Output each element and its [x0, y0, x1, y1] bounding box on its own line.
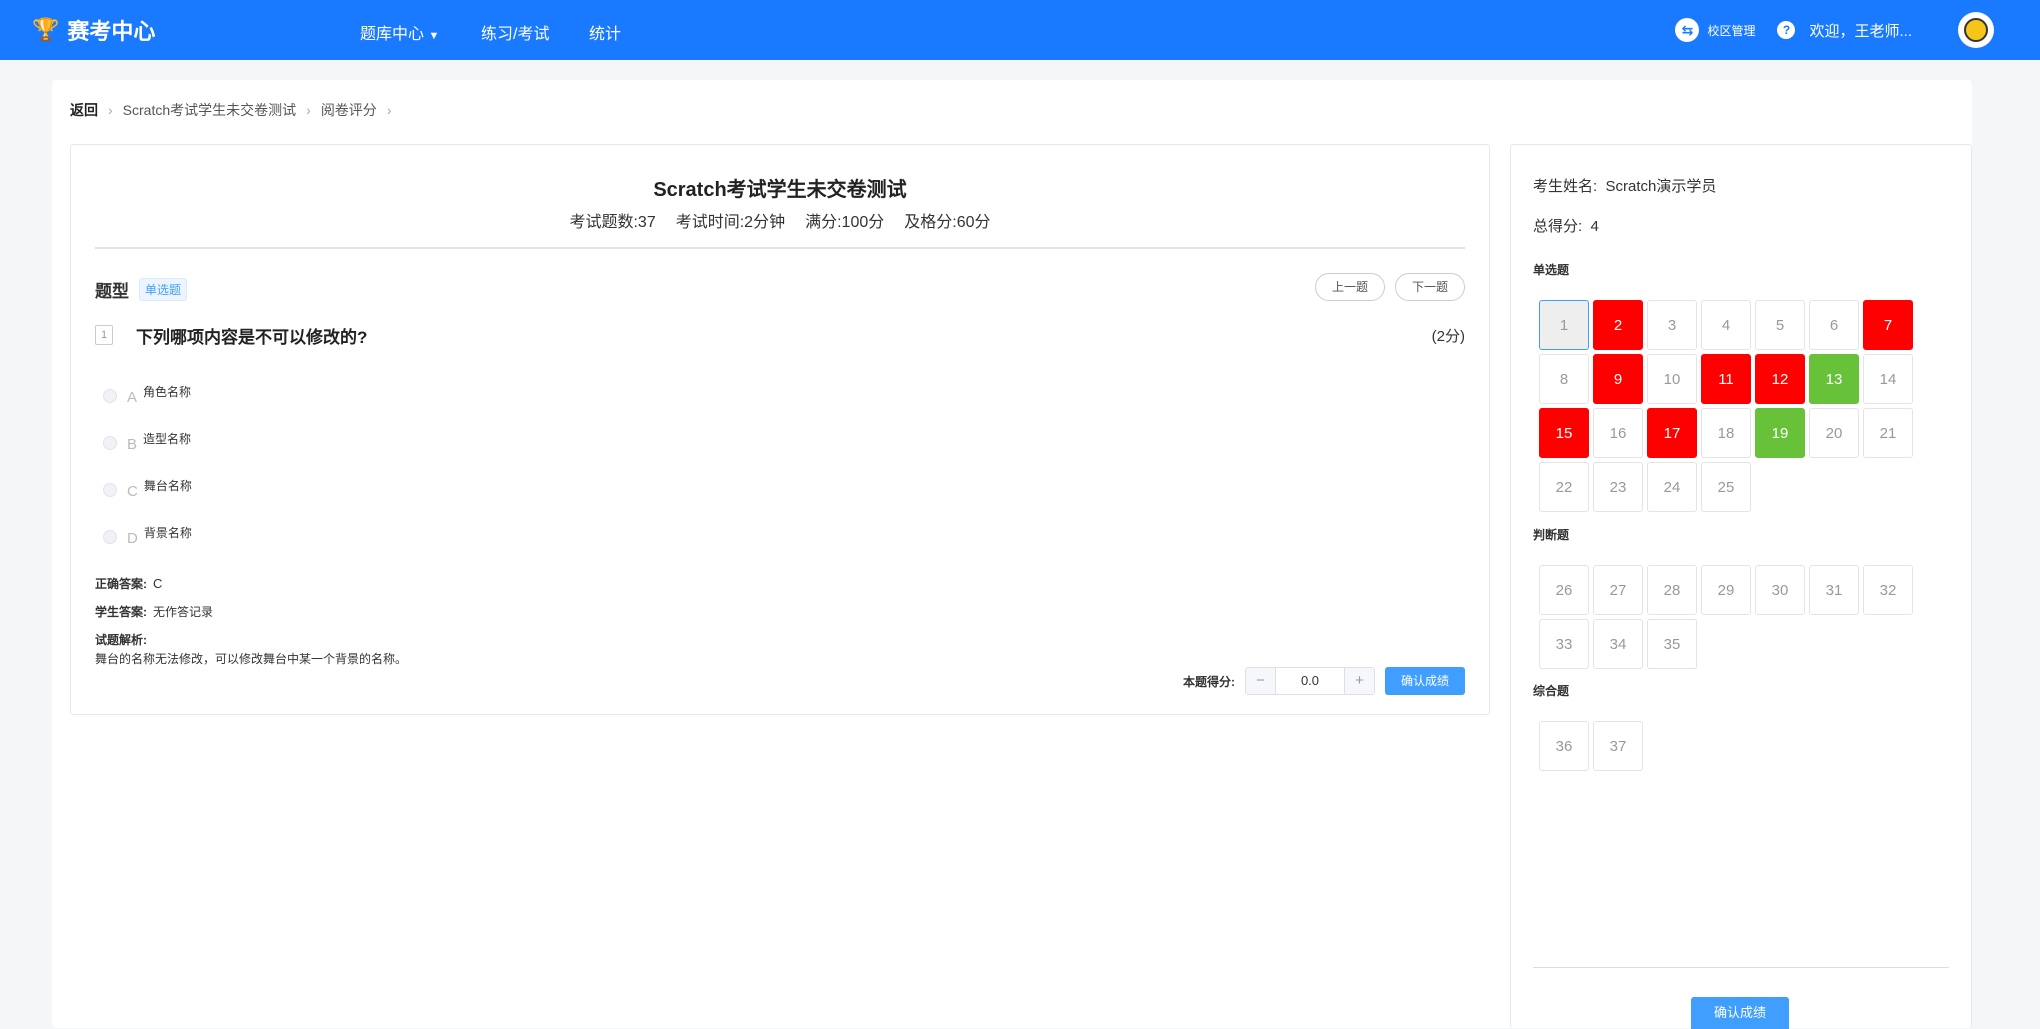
question-cell-16[interactable]: 16: [1593, 408, 1643, 458]
question-cell-30[interactable]: 30: [1755, 565, 1805, 615]
option-b[interactable]: B 造型名称: [103, 432, 191, 453]
question-cell-2[interactable]: 2: [1593, 300, 1643, 350]
score-stepper[interactable]: −0.0 +: [1244, 667, 1375, 695]
option-c[interactable]: C 舞台名称: [103, 479, 192, 500]
question-cell-20[interactable]: 20: [1809, 408, 1859, 458]
question-cell-32[interactable]: 32: [1863, 565, 1913, 615]
exam-title: Scratch考试学生未交卷测试: [653, 179, 907, 201]
score-row: 本题得分: −0.0 + 确认成绩: [1183, 667, 1465, 695]
question-cell-25[interactable]: 25: [1701, 462, 1751, 512]
divider: [95, 247, 1465, 249]
score-input[interactable]: 0.0: [1274, 668, 1345, 694]
top-header: 🏆 赛考中心 题库中心 ▼ 练习/考试 统计 ⇆ 校区管理 ? 欢迎，王老师...: [0, 0, 2040, 60]
help-icon[interactable]: ?: [1777, 21, 1796, 39]
question-text: 下列哪项内容是不可以修改的?: [136, 328, 368, 347]
question-cell-31[interactable]: 31: [1809, 565, 1859, 615]
question-cell-8[interactable]: 8: [1539, 354, 1589, 404]
question-panel: Scratch考试学生未交卷测试 考试题数:37 考试时间:2分钟 满分:100分及…: [70, 144, 1490, 715]
question-cell-26[interactable]: 26: [1539, 565, 1589, 615]
trophy-icon: 🏆: [32, 17, 60, 42]
question-cell-12[interactable]: 12: [1755, 354, 1805, 404]
caret-down-icon: ▼: [428, 30, 440, 42]
question-number: 1: [95, 325, 113, 345]
chevron-right-icon: ›: [386, 102, 392, 118]
section-title: 单选题: [1533, 263, 1570, 277]
nav-stats[interactable]: 统计: [589, 20, 621, 44]
question-cell-35[interactable]: 35: [1647, 619, 1697, 669]
question-cell-19[interactable]: 19: [1755, 408, 1805, 458]
avatar-face-icon: [1964, 18, 1988, 42]
question-cell-29[interactable]: 29: [1701, 565, 1751, 615]
avatar[interactable]: [1958, 12, 1994, 48]
section-title: 综合题: [1533, 684, 1570, 698]
section-title: 判断题: [1533, 528, 1570, 542]
radio[interactable]: [103, 529, 117, 544]
analysis: 试题解析: 舞台的名称无法修改，可以修改舞台中某一个背景的名称。: [95, 633, 408, 666]
nav-question-bank[interactable]: 题库中心 ▼: [360, 20, 439, 44]
logo[interactable]: 🏆 赛考中心: [32, 14, 155, 46]
question-cell-14[interactable]: 14: [1863, 354, 1913, 404]
answer-sheet-panel: 考生姓名: Scratch演示学员 总得分: 4 单选题 1 2 3 4 5 6 7 8 9 10…: [1510, 144, 1972, 1029]
question-cell-9[interactable]: 9: [1593, 354, 1643, 404]
question-grid: 1 2 3 4 5 6 7 8 9 10 11 12 13 14 15 16 17 18 19 20 21 22 23 24 2…: [1539, 300, 1913, 512]
radio[interactable]: [103, 388, 117, 403]
option-d[interactable]: D 背景名称: [103, 526, 192, 547]
question-cell-24[interactable]: 24: [1647, 462, 1697, 512]
question-cell-7[interactable]: 7: [1863, 300, 1913, 350]
prev-question-button[interactable]: 上一题: [1314, 273, 1385, 301]
option-a[interactable]: A 角色名称: [103, 385, 191, 406]
question-points: (2分): [1431, 328, 1465, 345]
radio[interactable]: [103, 482, 117, 497]
question-cell-33[interactable]: 33: [1539, 619, 1589, 669]
confirm-score-button[interactable]: 确认成绩: [1384, 667, 1465, 695]
question-type: 题型 单选题: [95, 277, 188, 302]
header-right: ⇆ 校区管理 ? 欢迎，王老师...: [1675, 0, 2040, 60]
question-cell-5[interactable]: 5: [1755, 300, 1805, 350]
campus-management-link[interactable]: 校区管理: [1707, 22, 1755, 39]
question-cell-10[interactable]: 10: [1647, 354, 1697, 404]
welcome-user[interactable]: 欢迎，王老师...: [1809, 20, 1912, 41]
question-cell-34[interactable]: 34: [1593, 619, 1643, 669]
question-cell-17[interactable]: 17: [1647, 408, 1697, 458]
question-grid: 36 37: [1539, 721, 1913, 771]
question-cell-3[interactable]: 3: [1647, 300, 1697, 350]
confirm-all-scores-button[interactable]: 确认成绩: [1691, 997, 1789, 1029]
question-cell-13[interactable]: 13: [1809, 354, 1859, 404]
breadcrumb: 返回 › Scratch考试学生未交卷测试 › 阅卷评分 ›: [70, 100, 391, 120]
radio[interactable]: [103, 435, 117, 450]
question-cell-21[interactable]: 21: [1863, 408, 1913, 458]
breadcrumb-exam[interactable]: Scratch考试学生未交卷测试: [123, 100, 296, 120]
plus-icon[interactable]: +: [1344, 668, 1374, 694]
question-cell-37[interactable]: 37: [1593, 721, 1643, 771]
student-answer: 学生答案: 无作答记录: [95, 605, 214, 619]
chevron-right-icon: ›: [306, 102, 311, 118]
nav-practice-exam[interactable]: 练习/考试: [481, 20, 549, 44]
breadcrumb-grading: 阅卷评分: [320, 102, 377, 118]
exam-meta: 考试题数:37 考试时间:2分钟 满分:100分 及格分:60分: [569, 214, 991, 231]
question-cell-18[interactable]: 18: [1701, 408, 1751, 458]
question-cell-4[interactable]: 4: [1701, 300, 1751, 350]
total-score: 总得分: 4: [1533, 218, 1599, 235]
question-cell-15[interactable]: 15: [1539, 408, 1589, 458]
correct-answer: 正确答案: C: [95, 576, 163, 591]
switch-icon[interactable]: ⇆: [1675, 18, 1700, 42]
breadcrumb-back[interactable]: 返回: [70, 100, 98, 120]
type-badge: 单选题: [139, 278, 188, 301]
minus-icon[interactable]: −: [1245, 668, 1275, 694]
question-grid: 26 27 28 29 30 31 32 33 34 35: [1539, 565, 1913, 669]
question-cell-22[interactable]: 22: [1539, 462, 1589, 512]
divider: [1533, 967, 1949, 968]
main-card: 返回 › Scratch考试学生未交卷测试 › 阅卷评分 › Scratch考试学生未…: [52, 80, 1972, 1029]
question-cell-1[interactable]: 1: [1539, 300, 1589, 350]
question-cell-27[interactable]: 27: [1593, 565, 1643, 615]
chevron-right-icon: ›: [108, 102, 113, 118]
question-cell-11[interactable]: 11: [1701, 354, 1751, 404]
question-cell-28[interactable]: 28: [1647, 565, 1697, 615]
question-cell-23[interactable]: 23: [1593, 462, 1643, 512]
next-question-button[interactable]: 下一题: [1394, 273, 1465, 301]
question-cell-6[interactable]: 6: [1809, 300, 1859, 350]
question-cell-36[interactable]: 36: [1539, 721, 1589, 771]
student-name: 考生姓名: Scratch演示学员: [1533, 178, 1717, 195]
